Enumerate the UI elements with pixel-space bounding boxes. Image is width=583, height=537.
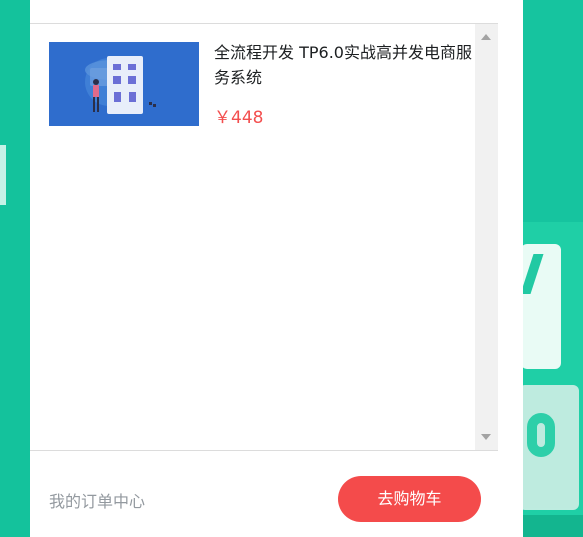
vertical-scrollbar[interactable]: [475, 24, 498, 450]
background-left-strip: [0, 0, 30, 537]
background-decoration: [0, 145, 6, 205]
cart-popup-panel: 全流程开发 TP6.0实战高并发电商服务系统 ￥448 我的订单中心 去购物车: [30, 0, 523, 537]
cart-item-list[interactable]: 全流程开发 TP6.0实战高并发电商服务系统 ￥448: [30, 24, 498, 450]
scroll-down-arrow-icon[interactable]: [481, 434, 491, 440]
cart-item[interactable]: 全流程开发 TP6.0实战高并发电商服务系统 ￥448: [49, 40, 479, 128]
my-order-center-link[interactable]: 我的订单中心: [49, 488, 145, 512]
course-thumbnail-image[interactable]: [49, 42, 199, 126]
background-card: [523, 244, 561, 369]
course-price: ￥448: [214, 108, 264, 128]
go-to-cart-button[interactable]: 去购物车: [338, 476, 481, 522]
background-card: [523, 385, 579, 510]
background-decoration-right: [523, 0, 583, 537]
scroll-up-arrow-icon[interactable]: [481, 34, 491, 40]
course-title[interactable]: 全流程开发 TP6.0实战高并发电商服务系统: [214, 40, 474, 90]
divider: [30, 450, 498, 451]
course-illustration-icon: [49, 42, 199, 126]
